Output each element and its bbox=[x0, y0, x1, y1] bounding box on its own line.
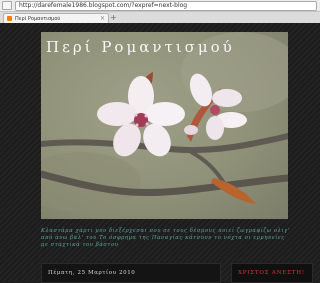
address-row: http://darefemale1986.blogspot.com/?expr… bbox=[0, 0, 320, 11]
post-header: Πέμπτη, 25 Μαρτίου 2010 bbox=[41, 263, 221, 283]
page-icon bbox=[2, 1, 12, 10]
blog-description: Κλαστάμα χάρτι μου διεξέρχεσαι που σε το… bbox=[41, 228, 290, 249]
address-bar[interactable]: http://darefemale1986.blogspot.com/?expr… bbox=[15, 0, 317, 11]
browser-chrome: http://darefemale1986.blogspot.com/?expr… bbox=[0, 0, 320, 23]
blogger-favicon-icon bbox=[7, 16, 12, 21]
address-url[interactable]: http://darefemale1986.blogspot.com/?expr… bbox=[16, 2, 187, 10]
blossom-illustration bbox=[41, 32, 288, 212]
tab-blog[interactable]: Περί Ρομαντισμού × bbox=[3, 13, 109, 23]
tab-strip: Περί Ρομαντισμού × + bbox=[0, 11, 320, 23]
blog-page: Περί Ρομαντισμού Κλαστάμα χάρτι μου διεξ… bbox=[0, 23, 320, 283]
sidebar-widget: ΧΡΙΣΤΟΣ ΑΝΕΣΤΗ! bbox=[231, 263, 313, 283]
blog-title[interactable]: Περί Ρομαντισμού bbox=[46, 38, 235, 56]
new-tab-button[interactable]: + bbox=[110, 13, 117, 22]
header-image[interactable]: Περί Ρομαντισμού bbox=[41, 32, 288, 219]
close-tab-icon[interactable]: × bbox=[100, 15, 105, 22]
post-date: Πέμπτη, 25 Μαρτίου 2010 bbox=[48, 270, 136, 276]
tab-title: Περί Ρομαντισμού bbox=[15, 15, 61, 22]
sidebar-heading: ΧΡΙΣΤΟΣ ΑΝΕΣΤΗ! bbox=[238, 270, 305, 276]
